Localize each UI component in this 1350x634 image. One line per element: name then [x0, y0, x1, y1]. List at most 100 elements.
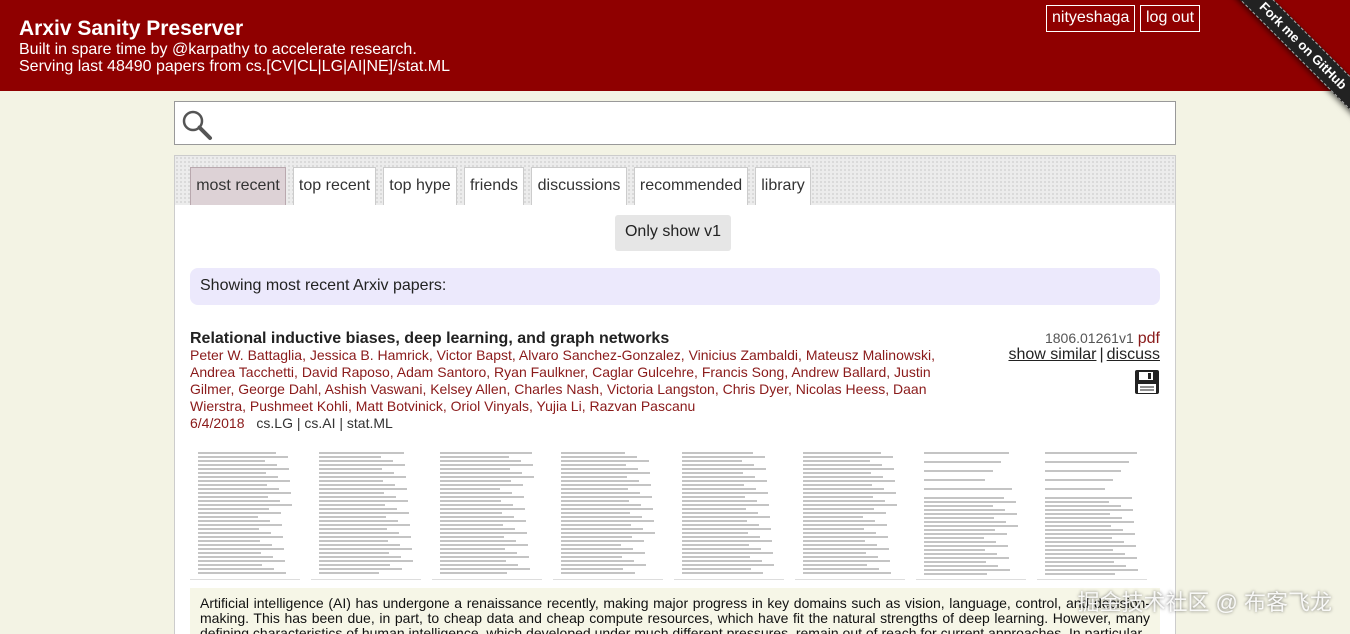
thumbnail-text-line — [1045, 533, 1135, 535]
thumbnail-text-line — [319, 568, 402, 570]
thumbnail-text-line — [198, 528, 259, 530]
author-link[interactable]: David Raposo — [302, 364, 390, 380]
author-link[interactable]: Kelsey Allen — [430, 381, 506, 397]
author-link[interactable]: Alvaro Sanchez-Gonzalez — [519, 347, 681, 363]
thumbnail-text-line — [1045, 525, 1111, 527]
paper-abstract: Artificial intelligence (AI) has undergo… — [190, 588, 1160, 634]
thumbnail-text-line — [198, 552, 261, 554]
author-link[interactable]: Ashish Vaswani — [325, 381, 423, 397]
author-link[interactable]: Caglar Gulcehre — [592, 364, 694, 380]
thumbnail-text-line — [440, 556, 529, 558]
search-box — [174, 101, 1176, 145]
pdf-link[interactable]: pdf — [1138, 330, 1160, 347]
author-link[interactable]: Victoria Langston — [607, 381, 715, 397]
paper-categories: cs.LG | cs.AI | stat.ML — [256, 415, 393, 431]
thumbnail-text-line — [319, 564, 390, 566]
author-link[interactable]: Peter W. Battaglia — [190, 347, 302, 363]
author-link[interactable]: Pushmeet Kohli — [250, 398, 348, 414]
subtitle-line-1: Built in spare time by @karpathy to acce… — [19, 41, 417, 58]
tab-top-hype[interactable]: top hype — [383, 167, 457, 205]
thumbnail-text-line — [198, 492, 291, 494]
author-link[interactable]: George Dahl — [238, 381, 317, 397]
author-link[interactable]: Adam Santoro — [397, 364, 487, 380]
watermark: 掘金技术社区 @ 布客飞龙 — [1077, 590, 1332, 615]
logout-button[interactable]: log out — [1140, 5, 1201, 32]
thumbnail-text-line — [440, 564, 518, 566]
thumbnail-text-line — [319, 524, 410, 526]
thumbnail-text-line — [198, 508, 269, 510]
author-link[interactable]: Razvan Pascanu — [589, 398, 695, 414]
username-button[interactable]: nityeshaga — [1046, 5, 1136, 32]
tab-top-recent[interactable]: top recent — [293, 167, 376, 205]
author-link[interactable]: Victor Bapst — [437, 347, 512, 363]
thumbnail-text-line — [1045, 505, 1121, 507]
paper-page-thumbnail[interactable] — [553, 446, 663, 580]
author-link[interactable]: Charles Nash — [514, 381, 599, 397]
author-link[interactable]: Mateusz Malinowski — [806, 347, 931, 363]
author-link[interactable]: Chris Dyer — [723, 381, 788, 397]
author-link[interactable]: Yujia Li — [537, 398, 582, 414]
paper-page-thumbnail[interactable] — [1037, 446, 1147, 580]
thumbnail-text-line — [198, 524, 282, 526]
tab-recommended[interactable]: recommended — [634, 167, 748, 205]
site-title[interactable]: Arxiv Sanity Preserver — [19, 17, 243, 41]
paper-page-thumbnail[interactable] — [674, 446, 784, 580]
thumbnail-text-line — [440, 484, 523, 486]
thumbnail-text-line — [682, 532, 748, 534]
thumbnail-text-line — [440, 560, 506, 562]
thumbnail-text-line — [198, 548, 284, 550]
only-show-v1-button[interactable]: Only show v1 — [615, 215, 731, 251]
thumbnail-text-line — [1045, 569, 1138, 571]
author-link[interactable]: Vinicius Zambaldi — [689, 347, 798, 363]
paper-page-thumbnail[interactable] — [311, 446, 421, 580]
author-link[interactable]: Francis Song — [702, 364, 784, 380]
thumbnail-text-line — [561, 572, 635, 574]
discuss-link[interactable]: discuss — [1107, 346, 1160, 363]
thumbnail-text-line — [561, 556, 622, 558]
thumbnail-text-line — [319, 460, 393, 462]
save-icon[interactable] — [1134, 369, 1160, 395]
paper-meta: 6/4/2018 cs.LG | cs.AI | stat.ML — [190, 415, 393, 432]
thumbnail-text-line — [682, 520, 747, 522]
paper-page-thumbnail[interactable] — [795, 446, 905, 580]
thumbnail-text-line — [803, 512, 886, 514]
paper-page-thumbnail[interactable] — [432, 446, 542, 580]
action-separator: | — [1099, 346, 1104, 363]
thumbnail-text-line — [440, 540, 516, 542]
author-link[interactable]: Andrew Ballard — [791, 364, 886, 380]
thumbnail-text-line — [561, 540, 644, 542]
author-link[interactable]: Nicolas Heess — [796, 381, 885, 397]
thumbnail-text-line — [682, 564, 774, 566]
author-link[interactable]: Jessica B. Hamrick — [310, 347, 429, 363]
tab-friends[interactable]: friends — [464, 167, 524, 205]
thumbnail-text-line — [440, 512, 502, 514]
author-link[interactable]: Ryan Faulkner — [494, 364, 584, 380]
paper-page-thumbnail[interactable] — [916, 446, 1026, 580]
thumbnail-text-line — [561, 532, 655, 534]
github-ribbon-container: Fork me on GitHub — [1200, 0, 1350, 140]
thumbnail-text-line — [803, 472, 871, 474]
tab-discussions[interactable]: discussions — [531, 167, 627, 205]
thumbnail-text-line — [198, 504, 292, 506]
search-input[interactable] — [219, 106, 1159, 140]
tab-most-recent[interactable]: most recent — [190, 167, 286, 205]
author-link[interactable]: Andrea Tacchetti — [190, 364, 294, 380]
thumbnail-text-line — [682, 544, 749, 546]
paper-title[interactable]: Relational inductive biases, deep learni… — [190, 330, 669, 348]
thumbnail-text-line — [198, 456, 288, 458]
thumbnail-text-line — [198, 480, 290, 482]
site-header: Arxiv Sanity Preserver Built in spare ti… — [0, 0, 1350, 129]
thumbnail-text-line — [440, 492, 512, 494]
thumbnail-text-line — [561, 516, 642, 518]
author-link[interactable]: Oriol Vinyals — [451, 398, 529, 414]
thumbnail-text-line — [440, 536, 504, 538]
show-similar-link[interactable]: show similar — [1008, 346, 1096, 363]
author-link[interactable]: Matt Botvinick — [356, 398, 443, 414]
tab-library[interactable]: library — [755, 167, 811, 205]
thumbnail-text-line — [561, 452, 625, 454]
thumbnail-text-line — [319, 544, 400, 546]
thumbnail-text-line — [319, 492, 384, 494]
github-ribbon[interactable]: Fork me on GitHub — [1220, 0, 1350, 129]
paper-page-thumbnail[interactable] — [190, 446, 300, 580]
arxiv-id[interactable]: 1806.01261v1 — [1045, 330, 1134, 346]
